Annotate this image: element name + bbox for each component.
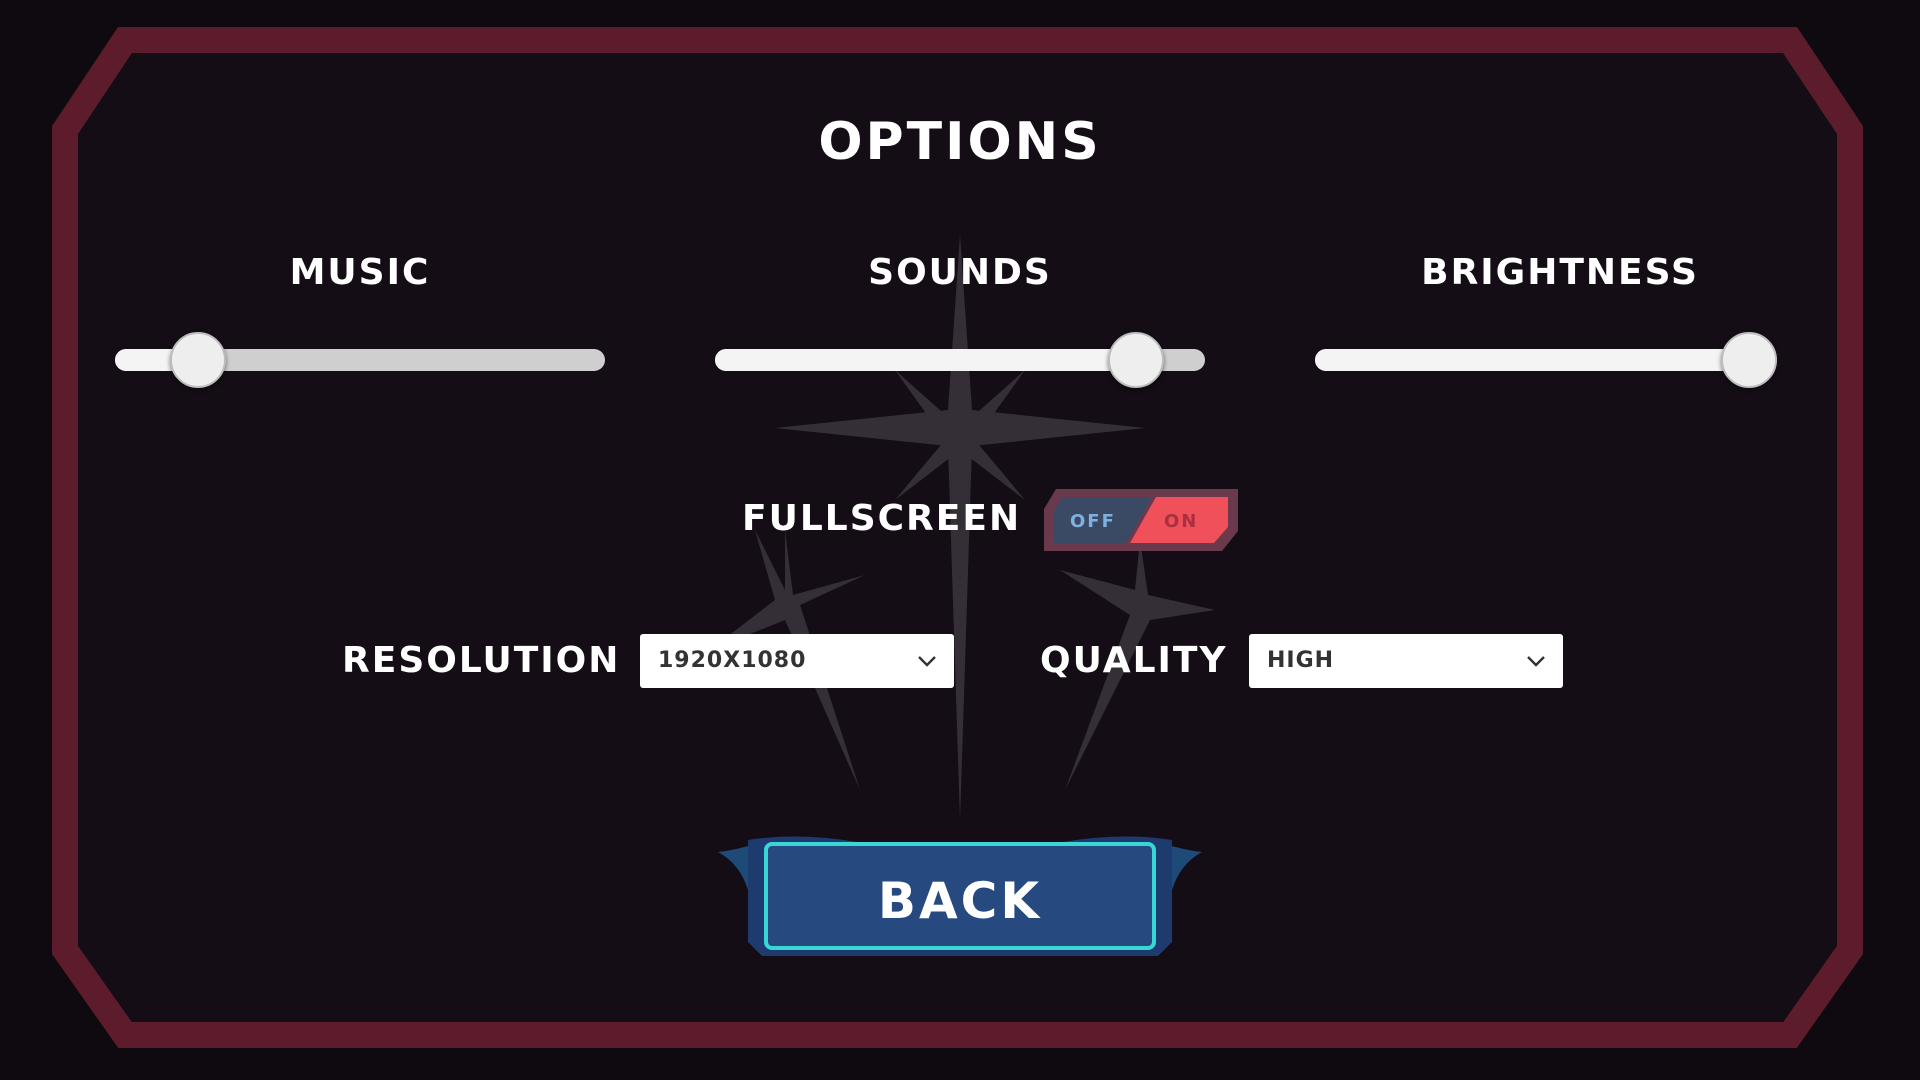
page-title: OPTIONS	[818, 112, 1102, 172]
quality-label: QUALITY	[1040, 640, 1228, 681]
music-slider-knob[interactable]	[170, 332, 227, 388]
resolution-dropdown[interactable]: 1920X1080	[640, 634, 954, 688]
resolution-value: 1920X1080	[658, 648, 807, 673]
quality-dropdown[interactable]: HIGH	[1249, 634, 1563, 688]
sounds-slider-knob[interactable]	[1108, 332, 1165, 388]
back-button[interactable]: BACK	[718, 832, 1202, 960]
chevron-down-icon	[918, 656, 936, 667]
toggle-on-label: ON	[1164, 511, 1199, 532]
music-label: MUSIC	[289, 252, 431, 293]
sounds-label: SOUNDS	[868, 252, 1052, 293]
brightness-slider-fill	[1315, 349, 1777, 371]
brightness-slider[interactable]	[1315, 330, 1777, 390]
chevron-down-icon	[1527, 656, 1545, 667]
fullscreen-toggle[interactable]: OFF ON	[1042, 487, 1238, 553]
back-button-label: BACK	[877, 872, 1043, 930]
brightness-label: BRIGHTNESS	[1421, 252, 1699, 293]
options-screen: OPTIONS MUSIC SOUNDS BRIGHTNESS FULLSCRE…	[0, 0, 1920, 1080]
sounds-slider-fill	[715, 349, 1137, 371]
music-slider[interactable]	[115, 330, 605, 390]
brightness-slider-knob[interactable]	[1721, 332, 1777, 388]
resolution-label: RESOLUTION	[342, 640, 621, 681]
sounds-slider[interactable]	[715, 330, 1205, 390]
quality-value: HIGH	[1267, 648, 1335, 673]
toggle-off-label: OFF	[1070, 511, 1116, 532]
fullscreen-label: FULLSCREEN	[742, 498, 1022, 539]
